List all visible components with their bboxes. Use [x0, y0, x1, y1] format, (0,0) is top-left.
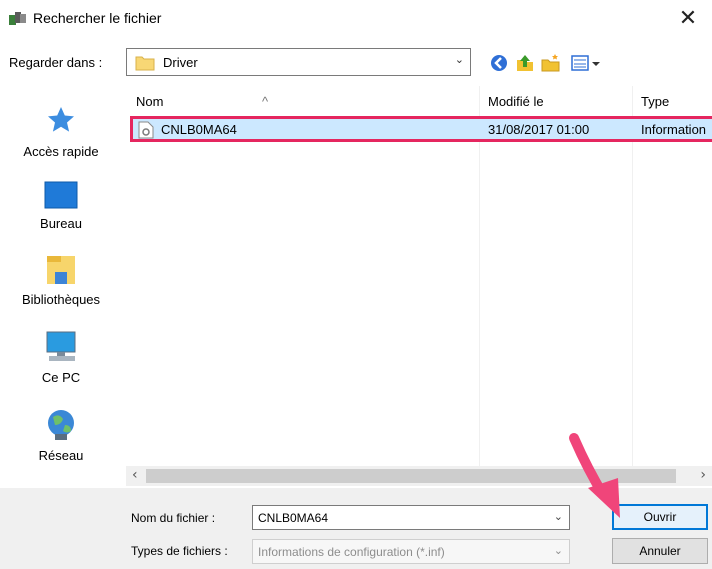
dialog-title: Rechercher le fichier — [33, 10, 162, 26]
file-row[interactable]: CNLB0MA64 31/08/2017 01:00 Information — [130, 116, 712, 142]
cancel-button[interactable]: Annuler — [612, 538, 708, 564]
column-header-name[interactable]: Nom — [136, 94, 163, 109]
place-label: Bureau — [40, 216, 82, 231]
filename-combobox[interactable]: CNLB0MA64 ⌄ — [252, 505, 570, 530]
inf-file-icon — [138, 121, 154, 139]
column-header-type[interactable]: Type — [641, 94, 669, 109]
column-header-row: ^ Nom Modifié le Type — [126, 86, 712, 112]
sort-ascending-icon: ^ — [262, 94, 269, 109]
file-type: Information — [641, 122, 707, 137]
scroll-right-icon[interactable]: › — [700, 467, 706, 483]
folder-icon — [135, 56, 155, 71]
view-menu-icon[interactable] — [570, 52, 604, 74]
desktop-icon — [44, 181, 78, 209]
filename-label: Nom du fichier : — [131, 511, 216, 525]
title-bar: Rechercher le fichier ✕ — [0, 0, 712, 36]
chevron-down-icon: ⌄ — [454, 54, 464, 66]
place-desktop[interactable]: Bureau — [0, 180, 122, 231]
look-in-dropdown[interactable]: Driver ⌄ — [126, 48, 471, 76]
place-label: Accès rapide — [23, 144, 99, 159]
close-icon: ✕ — [678, 5, 698, 31]
place-libraries[interactable]: Bibliothèques — [0, 254, 122, 307]
place-label: Ce PC — [41, 370, 81, 385]
filetype-label: Types de fichiers : — [131, 544, 228, 558]
filename-value: CNLB0MA64 — [258, 511, 329, 525]
scroll-left-icon[interactable]: ‹ — [132, 467, 138, 483]
place-network[interactable]: Réseau — [0, 408, 122, 463]
new-folder-icon[interactable] — [540, 52, 562, 74]
place-label: Réseau — [38, 448, 84, 463]
back-icon[interactable] — [488, 52, 510, 74]
column-divider — [632, 86, 633, 466]
computer-icon — [46, 331, 76, 361]
place-label: Bibliothèques — [21, 292, 101, 307]
up-folder-icon[interactable] — [514, 52, 536, 74]
filetype-value: Informations de configuration (*.inf) — [258, 545, 445, 559]
column-header-modified[interactable]: Modifié le — [488, 94, 544, 109]
network-icon — [48, 410, 74, 440]
file-name: CNLB0MA64 — [161, 122, 237, 137]
places-bar: Accès rapide Bureau Bibliothèques Ce PC … — [0, 86, 122, 486]
file-modified: 31/08/2017 01:00 — [488, 122, 590, 137]
libraries-icon — [47, 256, 75, 284]
place-this-pc[interactable]: Ce PC — [0, 330, 122, 385]
annotation-arrow-icon — [569, 433, 620, 518]
look-in-value: Driver — [163, 55, 198, 70]
file-list[interactable]: ^ Nom Modifié le Type CNLB0MA64 31/08/20… — [126, 86, 712, 486]
chevron-down-icon: ⌄ — [553, 545, 563, 557]
close-button[interactable]: ✕ — [668, 2, 708, 34]
place-quick-access[interactable]: Accès rapide — [0, 104, 122, 159]
look-in-label: Regarder dans : — [9, 55, 103, 70]
star-icon — [48, 107, 74, 132]
app-icon — [9, 12, 26, 25]
column-divider — [479, 86, 480, 466]
filetype-select[interactable]: Informations de configuration (*.inf) ⌄ — [252, 539, 570, 564]
